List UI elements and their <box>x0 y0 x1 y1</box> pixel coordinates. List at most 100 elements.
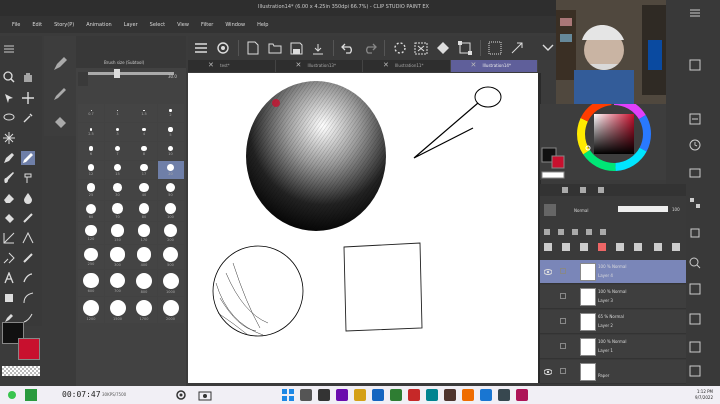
layer-row[interactable]: 100 % Normal Layer 1 <box>540 335 686 359</box>
close-tab-icon[interactable]: ✕ <box>383 61 389 69</box>
brush-size-preset[interactable]: 10 <box>157 142 184 160</box>
eye-icon[interactable] <box>544 293 552 301</box>
history-icon[interactable] <box>688 138 702 152</box>
layer-color-chip[interactable] <box>544 204 556 216</box>
transparent-color-swatch[interactable] <box>2 366 40 376</box>
sparkle-icon[interactable] <box>2 131 16 145</box>
pencil-icon[interactable] <box>21 151 35 165</box>
brush-size-preset[interactable]: 20 <box>157 161 184 179</box>
close-tab-icon[interactable]: ✕ <box>208 61 214 69</box>
brush-size-preset[interactable]: 12 <box>78 161 104 179</box>
brush-size-preset[interactable]: 1 <box>104 104 131 122</box>
panel-icon[interactable] <box>688 312 702 326</box>
brush-size-preset[interactable]: 100 <box>157 201 184 221</box>
close-tab-icon[interactable]: ✕ <box>471 61 477 69</box>
undo-icon[interactable] <box>341 40 356 56</box>
app-icon[interactable] <box>390 389 402 401</box>
panel-icon[interactable] <box>688 340 702 354</box>
system-clock[interactable]: 1:12 PM 9/7/2022 <box>683 389 713 401</box>
snap-icon[interactable] <box>509 40 524 56</box>
menu-edit[interactable]: Edit <box>32 22 42 28</box>
transform-icon[interactable] <box>458 40 473 56</box>
layer-lock-icon[interactable] <box>560 318 566 324</box>
brush-size-slider[interactable] <box>80 72 174 75</box>
menu-icon[interactable] <box>688 6 702 20</box>
menu-layer[interactable]: Layer <box>124 22 138 28</box>
fill-subtool-icon[interactable] <box>52 114 68 132</box>
save-icon[interactable] <box>289 40 304 56</box>
brush-size-preset[interactable]: 2 <box>157 104 184 122</box>
brush-size-preset[interactable]: 500 <box>157 245 184 269</box>
layer-row[interactable]: 100 % Normal Layer 4 <box>540 260 686 284</box>
brush-size-preset[interactable]: 5 <box>157 123 184 141</box>
zoom-icon[interactable] <box>2 70 16 84</box>
layer-lock-icon[interactable] <box>560 268 566 274</box>
menu-window[interactable]: Window <box>225 22 245 28</box>
brush-size-preset[interactable]: 7 <box>104 142 131 160</box>
brush-size-preset[interactable]: 700 <box>104 270 131 296</box>
layer-row[interactable]: 100 % Normal Layer 3 <box>540 285 686 309</box>
brush-size-preset[interactable]: 1200 <box>78 297 104 323</box>
eye-icon[interactable] <box>544 343 552 351</box>
frame-icon[interactable] <box>21 231 35 245</box>
clear-selection-icon[interactable] <box>414 40 429 56</box>
navigator-icon[interactable] <box>688 166 702 180</box>
tab-illustration14[interactable]: ✕ Illustration14* <box>450 60 538 72</box>
brush-size-preset[interactable]: 1700 <box>131 297 157 323</box>
brush-size-preset[interactable]: 2000 <box>157 297 184 323</box>
move-icon[interactable] <box>21 91 35 105</box>
brush-size-preset[interactable]: 600 <box>78 270 104 296</box>
app-icon[interactable] <box>444 389 456 401</box>
brush-size-preset[interactable]: 1.5 <box>131 104 157 122</box>
balloon-icon[interactable] <box>2 251 16 265</box>
brush-size-preset[interactable]: 15 <box>104 161 131 179</box>
operation-icon[interactable] <box>2 91 16 105</box>
stop-record-icon[interactable] <box>25 389 37 401</box>
menu-help[interactable]: Help <box>257 22 268 28</box>
app-icon[interactable] <box>426 389 438 401</box>
sub-color-swatch[interactable] <box>18 338 40 360</box>
fill-bucket-icon[interactable] <box>2 211 16 225</box>
correct-line-icon[interactable] <box>21 271 35 285</box>
pen-subtool-icon[interactable] <box>52 56 68 74</box>
menu-story[interactable]: Story(P) <box>54 22 74 28</box>
app-icon[interactable] <box>408 389 420 401</box>
eye-icon[interactable] <box>543 268 553 276</box>
menu-icon[interactable] <box>2 42 16 56</box>
transparent-chip[interactable] <box>541 171 565 179</box>
brush-size-preset[interactable]: 300 <box>104 245 131 269</box>
brush-size-preset[interactable]: 1500 <box>104 297 131 323</box>
brush-icon[interactable] <box>2 171 16 185</box>
properties-icon[interactable] <box>688 58 702 72</box>
task-view-icon[interactable] <box>318 389 330 401</box>
brush-size-preset[interactable]: 70 <box>104 201 131 221</box>
app-icon[interactable] <box>372 389 384 401</box>
pencil-subtool-icon[interactable] <box>52 86 68 104</box>
layer-property-icon[interactable] <box>688 112 702 126</box>
brush-size-preset[interactable]: 250 <box>78 245 104 269</box>
app-icon[interactable] <box>336 389 348 401</box>
brush-size-preset[interactable]: 170 <box>131 222 157 244</box>
tab-illustration11[interactable]: ✕ Illustration11* <box>363 60 451 72</box>
app-icon[interactable] <box>516 389 528 401</box>
fill-icon[interactable] <box>436 40 451 56</box>
brush-size-slider-handle[interactable] <box>114 69 120 78</box>
blend-mode-select[interactable]: Normal <box>574 208 588 213</box>
brush-size-preset[interactable]: 50 <box>157 180 184 200</box>
layer-tab-icon[interactable] <box>598 187 604 193</box>
loading-icon[interactable] <box>392 40 407 56</box>
brush-size-preset[interactable]: 0.7 <box>78 104 104 122</box>
search-app-icon[interactable] <box>300 389 312 401</box>
app-icon[interactable] <box>498 389 510 401</box>
pen-icon[interactable] <box>2 151 16 165</box>
clip-studio-icon[interactable] <box>216 40 231 56</box>
brush-size-preset[interactable]: 4 <box>131 123 157 141</box>
brush-size-preset[interactable]: 17 <box>131 161 157 179</box>
blend-icon[interactable] <box>21 191 35 205</box>
figure-icon[interactable] <box>2 231 16 245</box>
brush-size-preset[interactable]: 25 <box>78 180 104 200</box>
layer-tab-icon[interactable] <box>562 187 568 193</box>
color-wheel[interactable] <box>540 97 666 180</box>
tab-illustration13[interactable]: ✕ Illustration13* <box>276 60 363 72</box>
brush-size-preset[interactable]: 120 <box>78 222 104 244</box>
